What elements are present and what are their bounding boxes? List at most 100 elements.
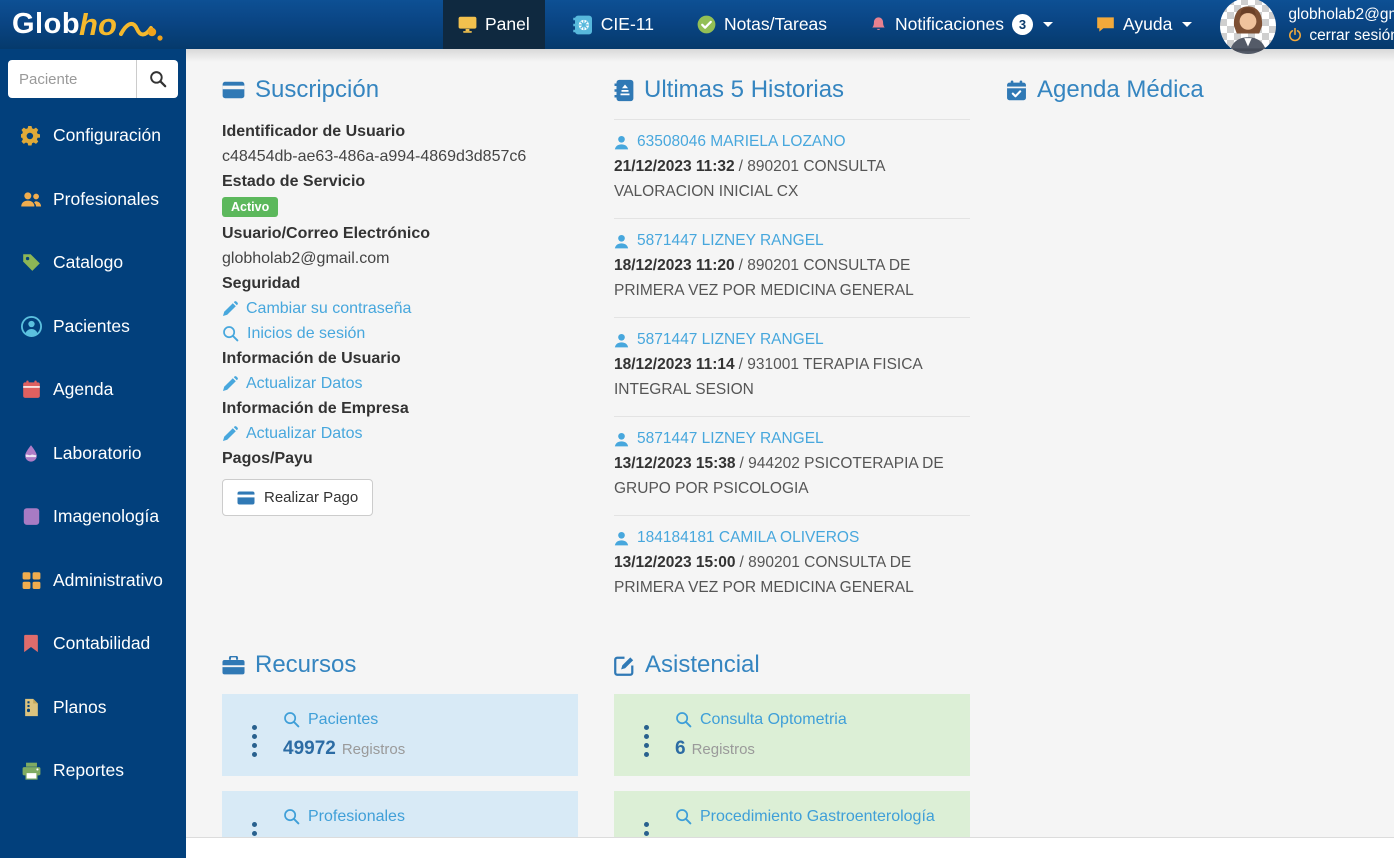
patient-search-button[interactable] bbox=[136, 60, 178, 98]
patient-label: 184184181 CAMILA OLIVEROS bbox=[637, 529, 860, 546]
service-state-label: Estado de Servicio bbox=[222, 173, 366, 190]
update-user-label: Actualizar Datos bbox=[246, 375, 363, 392]
nav-item-panel[interactable]: Panel bbox=[443, 0, 545, 49]
user-avatar[interactable] bbox=[1220, 0, 1277, 54]
list-item: 184184181 CAMILA OLIVEROS 13/12/2023 15:… bbox=[614, 515, 970, 614]
person-icon bbox=[614, 135, 629, 149]
patient-link[interactable]: 184184181 CAMILA OLIVEROS bbox=[614, 529, 970, 547]
pencil-icon bbox=[223, 425, 238, 441]
ellipsis-dots-icon bbox=[252, 725, 257, 757]
printer-icon bbox=[22, 762, 40, 780]
patient-search-input[interactable] bbox=[8, 60, 136, 98]
patient-link[interactable]: 5871447 LIZNEY RANGEL bbox=[614, 331, 970, 349]
resource-label: Pacientes bbox=[308, 710, 379, 728]
nav-item-label: CIE-11 bbox=[600, 14, 654, 34]
patient-link[interactable]: 5871447 LIZNEY RANGEL bbox=[614, 430, 970, 448]
grid-icon bbox=[22, 571, 40, 589]
history-detail: 18/12/2023 11:14/ 931001 TERAPIA FISICA … bbox=[614, 352, 970, 402]
pencil-icon bbox=[223, 300, 238, 316]
sidebar-item-label: Reportes bbox=[53, 760, 125, 781]
patient-link[interactable]: 5871447 LIZNEY RANGEL bbox=[614, 232, 970, 250]
pay-button[interactable]: Realizar Pago bbox=[222, 479, 374, 516]
subscription-title: Suscripción bbox=[255, 76, 380, 103]
logout-link[interactable]: cerrar sesión bbox=[1288, 25, 1394, 46]
assistance-section: Asistencial Consulta Optometria 6 Regist… bbox=[614, 650, 970, 839]
user-meta: globholab2@gmail.com cerrar sesión bbox=[1288, 4, 1394, 46]
update-user-link[interactable]: Actualizar Datos bbox=[222, 371, 578, 396]
list-item: 5871447 LIZNEY RANGEL 18/12/2023 11:20/ … bbox=[614, 218, 970, 317]
user-block: globholab2@gmail.com cerrar sesión bbox=[1220, 0, 1394, 54]
edit-icon bbox=[614, 656, 634, 676]
sidebar-item-label: Planos bbox=[53, 696, 107, 717]
history-detail: 21/12/2023 11:32/ 890201 CONSULTA VALORA… bbox=[614, 154, 970, 204]
sidebar-item-pacientes[interactable]: Pacientes bbox=[0, 295, 186, 359]
nav-item-notificaciones[interactable]: Notificaciones 3 bbox=[855, 0, 1068, 49]
change-password-link[interactable]: Cambiar su contraseña bbox=[222, 296, 578, 321]
sidebar-item-imagenologia[interactable]: Imagenología bbox=[0, 485, 186, 549]
logins-label: Inicios de sesión bbox=[247, 325, 366, 342]
nav-item-label: Ayuda bbox=[1123, 14, 1173, 34]
sidebar-menu: Configuración Profesionales Catalogo Pac… bbox=[0, 104, 186, 803]
square-icon bbox=[23, 508, 39, 526]
assistance-link-gastroenterologia[interactable]: Procedimiento Gastroenterología bbox=[675, 808, 956, 826]
sidebar-item-planos[interactable]: Planos bbox=[0, 676, 186, 740]
pay-button-label: Realizar Pago bbox=[264, 489, 359, 506]
resource-link-profesionales[interactable]: Profesionales bbox=[283, 808, 564, 826]
sidebar-item-agenda[interactable]: Agenda bbox=[0, 358, 186, 422]
medical-agenda-title: Agenda Médica bbox=[1037, 76, 1204, 103]
sidebar-item-configuracion[interactable]: Configuración bbox=[0, 104, 186, 168]
sidebar: Configuración Profesionales Catalogo bbox=[0, 49, 186, 858]
assistance-count: 6 Registros bbox=[675, 738, 956, 760]
history-datetime: 13/12/2023 15:00 bbox=[614, 554, 736, 571]
resource-count: 26 Registros bbox=[283, 835, 564, 839]
sidebar-item-profesionales[interactable]: Profesionales bbox=[0, 168, 186, 232]
main-content: Suscripción Identificador de Usuario c48… bbox=[186, 49, 1394, 858]
credit-card-icon bbox=[222, 81, 245, 99]
ellipsis-dots-icon bbox=[644, 725, 649, 757]
sidebar-item-label: Contabilidad bbox=[53, 633, 151, 654]
sidebar-item-reportes[interactable]: Reportes bbox=[0, 739, 186, 803]
nav-item-label: Notas/Tareas bbox=[723, 14, 828, 34]
pencil-icon bbox=[223, 375, 238, 391]
logins-link[interactable]: Inicios de sesión bbox=[222, 321, 578, 346]
patient-label: 5871447 LIZNEY RANGEL bbox=[637, 331, 824, 348]
sidebar-item-label: Profesionales bbox=[53, 188, 160, 209]
assistance-link-optometria[interactable]: Consulta Optometria bbox=[675, 711, 956, 729]
resource-link-pacientes[interactable]: Pacientes bbox=[283, 711, 564, 729]
sidebar-item-catalogo[interactable]: Catalogo bbox=[0, 231, 186, 295]
count-unit: Registros bbox=[691, 740, 755, 758]
history-datetime: 18/12/2023 11:20 bbox=[614, 257, 735, 274]
card-body: Pacientes 49972 Registros bbox=[283, 711, 564, 760]
brand-swoosh-icon bbox=[118, 21, 163, 41]
cie11-book-icon bbox=[573, 15, 592, 34]
user-id-value: c48454db-ae63-486a-a994-4869d3d857c6 bbox=[222, 148, 527, 165]
sidebar-item-contabilidad[interactable]: Contabilidad bbox=[0, 612, 186, 676]
nav-item-label: Panel bbox=[485, 14, 530, 34]
history-datetime: 13/12/2023 15:38 bbox=[614, 455, 736, 472]
brand-logo[interactable]: Glob ho bbox=[0, 0, 186, 49]
nav-item-notas-tareas[interactable]: Notas/Tareas bbox=[682, 0, 842, 49]
update-company-link[interactable]: Actualizar Datos bbox=[222, 421, 578, 446]
count-unit: Registros bbox=[692, 838, 755, 839]
person-icon bbox=[614, 531, 629, 545]
brand-text-primary: Glob bbox=[12, 8, 81, 40]
status-badge: Activo bbox=[222, 197, 279, 217]
sidebar-item-laboratorio[interactable]: Laboratorio bbox=[0, 422, 186, 486]
resource-card-profesionales: Profesionales 26 Registros bbox=[222, 791, 578, 839]
patient-search-group bbox=[8, 60, 178, 98]
sidebar-item-label: Imagenología bbox=[53, 506, 160, 527]
ellipsis-dots-icon bbox=[252, 822, 257, 837]
card-body: Profesionales 26 Registros bbox=[283, 808, 564, 839]
sidebar-item-administrativo[interactable]: Administrativo bbox=[0, 549, 186, 613]
count-unit: Registros bbox=[310, 838, 373, 839]
history-datetime: 18/12/2023 11:14 bbox=[614, 356, 735, 373]
patient-link[interactable]: 63508046 MARIELA LOZANO bbox=[614, 133, 970, 151]
medical-agenda-header: Agenda Médica bbox=[1006, 75, 1362, 105]
list-item: 5871447 LIZNEY RANGEL 18/12/2023 11:14/ … bbox=[614, 317, 970, 416]
nav-item-ayuda[interactable]: Ayuda bbox=[1081, 0, 1207, 49]
nav-item-label: Notificaciones bbox=[895, 14, 1004, 34]
resource-count: 49972 Registros bbox=[283, 738, 564, 760]
check-circle-icon bbox=[697, 15, 716, 34]
nav-item-cie11[interactable]: CIE-11 bbox=[558, 0, 669, 49]
card-body: Consulta Optometria 6 Registros bbox=[675, 711, 956, 760]
